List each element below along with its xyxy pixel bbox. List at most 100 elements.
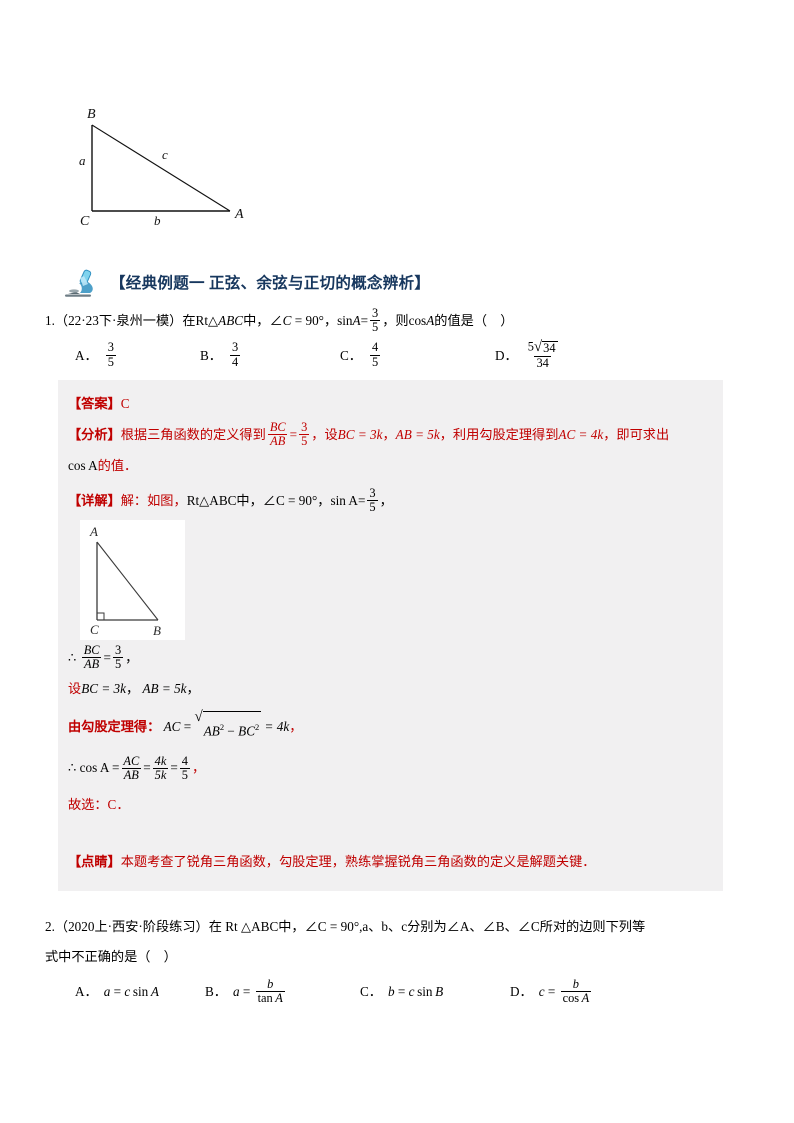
option-c2-expr: b = c sin B — [387, 984, 444, 999]
analysis-fraction-bc-ab: BC AB — [268, 421, 288, 448]
step-1-den2: 5 — [112, 657, 124, 672]
step-4-f1-den: AB — [121, 767, 141, 782]
analysis-bc-value: BC = 3k — [337, 427, 383, 442]
question-1-number: 1. — [45, 313, 55, 328]
answer-tag: 【答案】 — [68, 396, 121, 411]
option-b2-label: B． — [205, 984, 227, 999]
document-page: B a C b c A 【经典例题一 正弦、余弦与正切的概念辨析】 1.（22·… — [0, 0, 794, 1123]
q1-fraction-3-5: 35 — [370, 306, 381, 334]
triangle-abc-svg: B a C b c A — [79, 107, 244, 229]
step-4-f1-num: AC — [123, 753, 140, 768]
analysis-frac2-num: 3 — [301, 420, 308, 435]
detail-frac-num: 3 — [369, 486, 376, 501]
step-4-fraction-4-5: 45 — [179, 754, 190, 782]
step-4-fraction-4k-5k: 4k 5k — [152, 754, 169, 782]
right-triangle-acb-figure: A C B — [80, 520, 185, 640]
q1-stem-p2: 中，∠ — [243, 313, 283, 328]
analysis-cos-a: cos A — [68, 458, 98, 473]
analysis-line: 【分析】根据三角函数的定义得到 BC AB = 3 5 ，设BC = 3k，AB = 5k，… — [68, 419, 713, 450]
option-c2[interactable]: C． b = c sin B — [360, 975, 510, 1009]
step-1-num2: 3 — [114, 643, 122, 658]
hint-text: 本题考查了锐角三角函数，勾股定理，熟练掌握锐角三角函数的定义是解题关键． — [120, 854, 596, 870]
hint-tag: 【点睛】 — [68, 854, 121, 870]
step-1-therefore: ∴ — [68, 650, 77, 665]
detail-equals: = — [357, 493, 366, 508]
step-2-ab: AB = 5k — [142, 681, 187, 696]
analysis-ac-value: AC = 4k — [558, 427, 604, 442]
question-2: 2.（2020上·西安·阶段练习）在 Rt △ABC中，∠C = 90°,a、b… — [45, 912, 749, 1009]
option-d-fraction: 5 √ 34 34 — [526, 340, 560, 369]
option-d2-label: D． — [510, 984, 533, 999]
step-1-den: AB — [82, 657, 102, 672]
analysis-frac-num: BC — [269, 420, 286, 435]
option-a-fraction: 35 — [105, 340, 116, 369]
vertex-label-a2: A — [89, 524, 98, 539]
option-b[interactable]: B． 34 — [200, 339, 340, 373]
analysis-ab-value: AB = 5k — [395, 427, 440, 442]
q1-stem-p5: 的值是（ ） — [434, 313, 514, 328]
question-1: 1.（22·23下·泉州一模）在Rt△ABC中，∠C = 90°，sinA= 3 5… — [45, 306, 749, 373]
step-2-tag: 设 — [68, 681, 82, 696]
step-4: ∴ cos A = AC AB = 4k 5k = 4 5， — [68, 752, 713, 783]
final-choice: 故选：C． — [68, 789, 713, 820]
right-triangle-abc-figure: B a C b c A — [78, 103, 268, 233]
option-c-den: 5 — [369, 354, 381, 369]
option-d2-expr: c = b cos A — [538, 977, 592, 1006]
option-d2[interactable]: D． c = b cos A — [510, 975, 593, 1009]
q1-frac-num: 3 — [372, 306, 379, 321]
analysis-tag: 【分析】 — [68, 427, 121, 442]
analysis-text-5: ，即可求出 — [603, 427, 670, 442]
microscope-icon — [65, 269, 93, 297]
analysis-text-4: ，利用勾股定理得到 — [439, 427, 559, 442]
step-1-comma: ， — [125, 650, 139, 665]
option-d[interactable]: D． 5 √ 34 34 — [495, 339, 562, 373]
option-b2-expr: a = b tan A — [232, 977, 285, 1006]
option-a2[interactable]: A． a = c sin A — [75, 975, 205, 1009]
option-a-num: 3 — [107, 340, 114, 355]
detail-line: 【详解】解：如图，Rt△ABC中，∠C = 90°，sin A= 3 5， — [68, 485, 713, 516]
side-label-c: c — [162, 147, 168, 162]
step-4-f3-den: 5 — [179, 767, 190, 782]
option-c[interactable]: C． 45 — [340, 339, 495, 373]
detail-sin-a: sin A — [330, 493, 358, 508]
option-a-den: 5 — [105, 354, 116, 369]
final-choice-text: 故选：C． — [68, 797, 130, 813]
step-1-fraction-3-5: 35 — [112, 643, 124, 672]
analysis-text-1: 根据三角函数的定义得到 — [120, 427, 266, 442]
step-4-fraction-ac-ab: AC AB — [121, 753, 141, 782]
option-a-label: A． — [75, 348, 98, 363]
vertex-label-c2: C — [90, 622, 99, 637]
step-3-result: = 4k — [264, 719, 290, 735]
option-b2[interactable]: B． a = b tan A — [205, 975, 360, 1009]
triangle-acb-svg: A C B — [80, 520, 185, 640]
detail-text-1: 解：如图， — [120, 493, 187, 508]
question-1-source: （22·23下·泉州一模） — [54, 313, 183, 328]
question-2-options: A． a = c sin A B． a = b tan A C． b = c si… — [45, 975, 749, 1009]
q1-sin-arg: A — [352, 313, 361, 328]
option-c-num: 4 — [371, 340, 379, 355]
analysis-fraction-3-5: 35 — [299, 420, 310, 448]
analysis-text-3: ， — [382, 427, 396, 442]
option-d-num: 5 √ 34 — [527, 339, 558, 356]
option-b2-fraction: b tan A — [255, 977, 285, 1006]
option-c2-label: C． — [360, 984, 382, 999]
q1-equals: = — [360, 313, 369, 328]
q1-stem-p3: = 90°， — [291, 313, 338, 328]
answer-line: 【答案】C — [68, 388, 713, 419]
section-title: 【经典例题一 正弦、余弦与正切的概念辨析】 — [110, 275, 431, 292]
option-a[interactable]: A． 35 — [75, 339, 200, 373]
step-2: 设BC = 3k， AB = 5k， — [68, 673, 713, 704]
question-2-stem: 2.（2020上·西安·阶段练习）在 Rt △ABC中，∠C = 90°,a、b… — [45, 912, 749, 942]
side-label-b: b — [154, 213, 161, 228]
detail-text-2: Rt△ABC中，∠C = 90°， — [186, 493, 331, 508]
option-a2-expr: a = c sin A — [103, 984, 159, 999]
step-4-equals-1: = — [111, 760, 120, 776]
answer-explanation-block: 【答案】C 【分析】根据三角函数的定义得到 BC AB = 3 5 ，设BC = 3k，AB… — [58, 380, 723, 892]
step-4-comma: ， — [192, 760, 206, 776]
step-1-fraction-bc-ab: BC AB — [82, 644, 102, 671]
step-2-bc: BC = 3k — [81, 681, 126, 696]
option-c-fraction: 45 — [369, 340, 381, 369]
step-1: ∴ BC AB = 3 5， — [68, 642, 713, 673]
step-4-f2-den: 5k — [152, 767, 169, 782]
analysis-text-6: 的值． — [97, 458, 138, 473]
